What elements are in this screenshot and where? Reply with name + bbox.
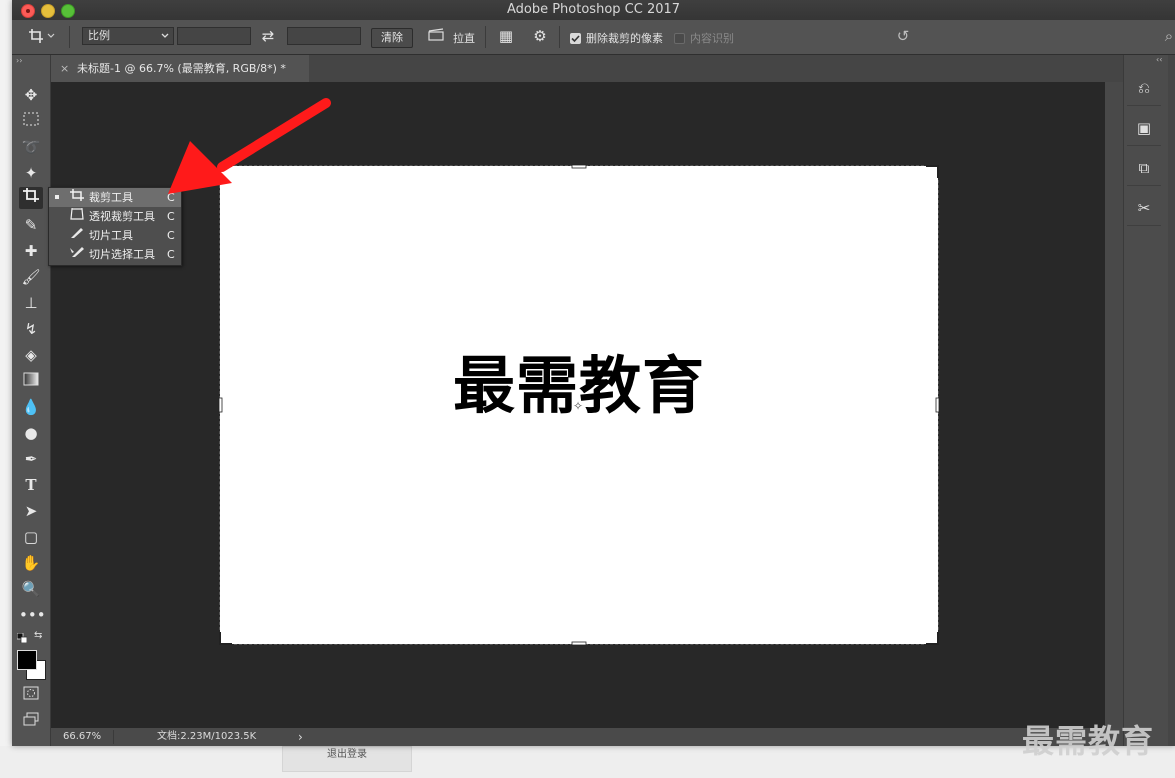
window-title: Adobe Photoshop CC 2017	[506, 2, 681, 17]
chevron-down-icon	[161, 33, 169, 38]
flyout-label: 透视裁剪工具	[89, 210, 155, 223]
content-aware-label[interactable]: 内容识别	[690, 32, 734, 46]
overlay-grid-icon[interactable]: ▦	[495, 28, 517, 44]
gradient-tool-icon[interactable]	[19, 370, 43, 392]
healing-brush-tool-icon[interactable]: ✚	[19, 240, 43, 262]
background-page-bottom	[0, 746, 1175, 778]
close-window-button[interactable]	[21, 4, 35, 18]
straighten-icon[interactable]	[426, 28, 446, 45]
crop-icon	[29, 29, 55, 43]
title-bar: Adobe Photoshop CC 2017	[12, 0, 1175, 20]
more-tools-icon[interactable]: •••	[19, 604, 46, 626]
flyout-item-slice-select-tool[interactable]: 切片选择工具 C	[49, 245, 181, 264]
eraser-tool-icon[interactable]: ◈	[19, 344, 43, 366]
crop-icon	[67, 188, 87, 208]
ratio-select[interactable]: 比例	[82, 27, 174, 45]
clear-button[interactable]: 清除	[371, 28, 413, 48]
crop-handle-top-right[interactable]	[926, 165, 939, 178]
content-aware-checkbox[interactable]	[674, 33, 685, 44]
delete-cropped-checkbox[interactable]	[570, 33, 581, 44]
eyedropper-tool-icon[interactable]: ✎	[19, 214, 43, 236]
crop-handle-bottom-left[interactable]	[219, 632, 232, 645]
libraries-panel-icon[interactable]: ▣	[1127, 111, 1161, 146]
history-brush-tool-icon[interactable]: ↯	[19, 318, 43, 340]
rectangle-tool-icon[interactable]: ▢	[19, 526, 43, 548]
flyout-item-slice-tool[interactable]: 切片工具 C	[49, 226, 181, 245]
expand-panels-icon[interactable]: ‹‹	[1156, 55, 1162, 64]
vertical-scrollbar[interactable]	[1105, 82, 1123, 728]
collapse-toolbar-icon[interactable]: ››	[16, 56, 22, 65]
swap-colors-icon[interactable]: ⇆	[34, 630, 42, 641]
crop-handle-left[interactable]	[218, 397, 223, 413]
status-menu-arrow-icon[interactable]: ›	[298, 728, 303, 746]
crop-handle-right[interactable]	[935, 397, 940, 413]
properties-panel-icon[interactable]: ⧉	[1127, 151, 1161, 186]
document-tab[interactable]: × 未标题-1 @ 66.7% (最需教育, RGB/8*) *	[51, 55, 309, 82]
brush-tool-icon[interactable]: 🖌	[19, 266, 43, 288]
slice-icon	[67, 226, 87, 246]
status-bar: 66.67% 文档:2.23M/1023.5K ›	[51, 728, 1123, 746]
search-icon[interactable]: ⌕	[1160, 28, 1175, 44]
flyout-shortcut: C	[167, 229, 175, 242]
crop-box-handles[interactable]	[214, 160, 944, 650]
document-tab-bar: × 未标题-1 @ 66.7% (最需教育, RGB/8*) *	[51, 55, 1123, 82]
history-panel-icon[interactable]: ⎌	[1127, 71, 1161, 106]
zoom-level[interactable]: 66.67%	[63, 728, 101, 746]
magic-wand-tool-icon[interactable]: ✦	[19, 162, 43, 184]
slice-select-icon	[67, 245, 87, 265]
screen-mode-icon[interactable]	[19, 710, 43, 732]
path-selection-tool-icon[interactable]: ➤	[19, 500, 43, 522]
foreground-color-swatch[interactable]	[17, 650, 37, 670]
type-tool-icon[interactable]: T	[19, 474, 43, 496]
secondary-panel-strip	[1168, 55, 1175, 746]
pen-tool-icon[interactable]: ✒	[19, 448, 43, 470]
lasso-tool-icon[interactable]: ➰	[19, 136, 43, 158]
crop-handle-bottom[interactable]	[571, 641, 587, 646]
hand-tool-icon[interactable]: ✋	[19, 552, 43, 574]
watermark-text: 最需教育	[1022, 722, 1155, 760]
tools-panel: ›› ✥ ➰ ✦ ✎ ✚ 🖌 ⊥ ↯ ◈ 💧 ● ✒ T ➤ ▢ ✋ 🔍 •••…	[12, 55, 51, 746]
minimize-window-button[interactable]	[41, 4, 55, 18]
annotation-arrow	[168, 98, 331, 194]
straighten-label[interactable]: 拉直	[453, 32, 475, 46]
perspective-crop-icon	[67, 207, 87, 227]
flyout-label: 切片工具	[89, 229, 133, 242]
move-tool-icon[interactable]: ✥	[19, 84, 43, 106]
flyout-label: 裁剪工具	[89, 191, 133, 204]
document-tab-title: 未标题-1 @ 66.7% (最需教育, RGB/8*) *	[77, 62, 286, 75]
document-size: 文档:2.23M/1023.5K	[157, 731, 257, 742]
gear-icon[interactable]: ⚙	[529, 28, 551, 44]
width-input[interactable]	[177, 27, 251, 45]
panel-dock: ‹‹ ⎌ ▣ ⧉ ✂	[1123, 55, 1175, 746]
logout-button[interactable]: 退出登录	[282, 746, 412, 772]
height-input[interactable]	[287, 27, 361, 45]
quick-mask-icon[interactable]	[19, 684, 43, 706]
tools-panel-icon[interactable]: ✂	[1127, 191, 1161, 226]
close-tab-icon[interactable]: ×	[60, 55, 69, 82]
flyout-label: 切片选择工具	[89, 248, 155, 261]
delete-cropped-label[interactable]: 删除裁剪的像素	[586, 32, 663, 46]
flyout-shortcut: C	[167, 248, 175, 261]
marquee-tool-icon[interactable]	[19, 110, 43, 132]
swap-dimensions-icon[interactable]: ⇄	[258, 28, 278, 44]
options-bar: 比例 ⇄ 清除 拉直 ▦ ⚙ 删除裁剪的像素 内容识别 ↺ ⌕	[12, 20, 1175, 55]
crop-tool-icon[interactable]	[19, 187, 43, 209]
crop-handle-top[interactable]	[571, 164, 587, 169]
default-colors-icon[interactable]	[16, 632, 28, 644]
flyout-shortcut: C	[167, 210, 175, 223]
maximize-window-button[interactable]	[61, 4, 75, 18]
clone-stamp-tool-icon[interactable]: ⊥	[19, 292, 43, 314]
dodge-tool-icon[interactable]: ●	[19, 422, 43, 444]
flyout-item-perspective-crop-tool[interactable]: 透视裁剪工具 C	[49, 207, 181, 226]
checkmark-icon	[571, 35, 580, 43]
zoom-tool-icon[interactable]: 🔍	[19, 578, 43, 600]
blur-tool-icon[interactable]: 💧	[19, 396, 43, 418]
crop-handle-bottom-right[interactable]	[926, 632, 939, 645]
crop-tool-preset-picker[interactable]	[28, 28, 58, 47]
selected-indicator	[55, 195, 59, 199]
reset-icon[interactable]: ↺	[892, 28, 914, 44]
